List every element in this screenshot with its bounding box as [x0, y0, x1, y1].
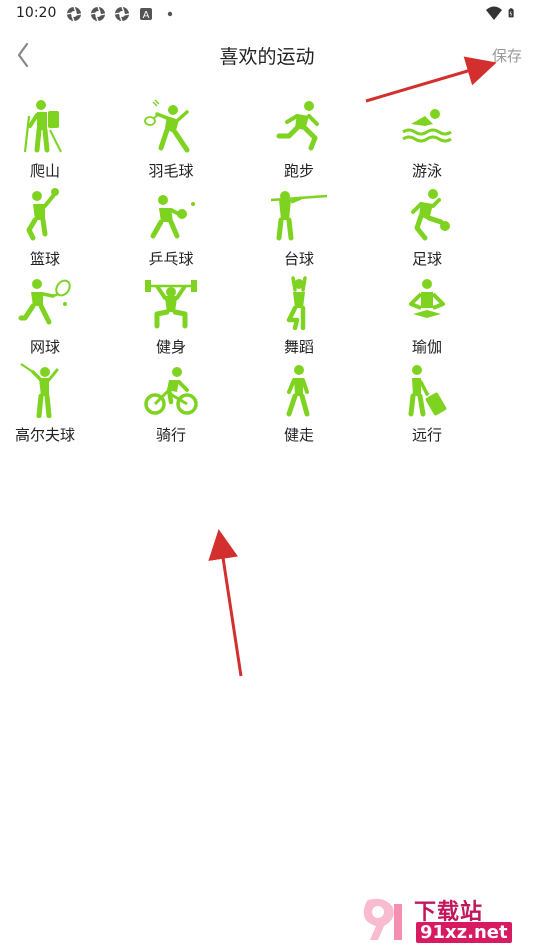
sport-label: 骑行 — [155, 426, 186, 444]
watermark-logo-icon — [363, 898, 402, 940]
sport-label: 篮球 — [29, 250, 60, 268]
sport-item-golf[interactable]: 高尔夫球 — [0, 362, 100, 450]
save-button[interactable]: 保存 — [492, 45, 522, 66]
svg-text:A: A — [143, 10, 150, 21]
sport-item-tennis[interactable]: 网球 — [0, 274, 100, 362]
badminton-icon — [144, 99, 190, 153]
sport-label: 网球 — [29, 338, 60, 356]
sport-item-fitness[interactable]: 健身 — [116, 274, 226, 362]
sport-item-travel[interactable]: 远行 — [372, 362, 482, 450]
tennis-icon — [18, 279, 71, 325]
table-tennis-icon — [150, 195, 195, 239]
sport-item-running[interactable]: 跑步 — [244, 98, 354, 186]
dot-icon — [167, 11, 173, 17]
sport-item-table-tennis[interactable]: 乒乓球 — [116, 186, 226, 274]
golf-icon — [20, 363, 59, 418]
sport-item-walking[interactable]: 健走 — [244, 362, 354, 450]
sport-item-basketball[interactable]: 篮球 — [0, 186, 100, 274]
hiking-icon — [23, 100, 62, 153]
watermark: 下载站 91xz.net — [358, 894, 528, 946]
basketball-icon — [26, 188, 59, 241]
billiards-icon — [271, 191, 327, 241]
watermark-subtitle: 91xz.net — [416, 922, 512, 943]
sport-item-badminton[interactable]: 羽毛球 — [116, 98, 226, 186]
aperture-icon — [66, 6, 82, 22]
sport-label: 足球 — [411, 250, 442, 268]
cycling-icon — [144, 367, 198, 415]
sport-label: 舞蹈 — [283, 338, 314, 356]
aperture-icon — [90, 6, 106, 22]
sport-label: 台球 — [283, 250, 314, 268]
sport-item-billiards[interactable]: 台球 — [244, 186, 354, 274]
sport-item-hiking[interactable]: 爬山 — [0, 98, 100, 186]
running-icon — [276, 101, 319, 151]
sport-item-cycling[interactable]: 骑行 — [116, 362, 226, 450]
sport-label: 健身 — [155, 338, 186, 356]
status-bar: 10:20 A — [0, 0, 534, 28]
status-time: 10:20 — [16, 5, 57, 21]
sport-label: 远行 — [411, 426, 442, 444]
page-title: 喜欢的运动 — [219, 46, 315, 68]
a-box-icon: A — [140, 8, 152, 21]
soccer-icon — [411, 189, 450, 241]
sport-label: 羽毛球 — [148, 162, 194, 180]
yoga-icon — [409, 279, 445, 318]
sport-label: 高尔夫球 — [14, 426, 75, 444]
sport-label: 爬山 — [29, 162, 60, 180]
status-system-icons — [486, 5, 518, 21]
weightlifting-icon — [145, 280, 197, 329]
sport-item-dance[interactable]: 舞蹈 — [244, 274, 354, 362]
wifi-icon — [486, 6, 502, 20]
swimming-icon — [402, 109, 452, 143]
sport-label: 跑步 — [283, 162, 314, 180]
sport-item-yoga[interactable]: 瑜伽 — [372, 274, 482, 362]
aperture-icon — [114, 6, 130, 22]
dance-icon — [286, 276, 307, 330]
header: 喜欢的运动 保存 — [0, 32, 534, 78]
sport-label: 游泳 — [411, 162, 442, 180]
walking-icon — [286, 365, 310, 417]
sport-label: 乒乓球 — [148, 250, 194, 268]
sport-label: 瑜伽 — [411, 338, 442, 356]
battery-icon — [508, 8, 514, 18]
sport-item-swimming[interactable]: 游泳 — [372, 98, 482, 186]
sport-label: 健走 — [283, 426, 314, 444]
travel-icon — [408, 365, 447, 417]
sport-item-soccer[interactable]: 足球 — [372, 186, 482, 274]
status-notification-icons: A — [66, 6, 178, 22]
arrow-to-grid — [208, 529, 243, 677]
